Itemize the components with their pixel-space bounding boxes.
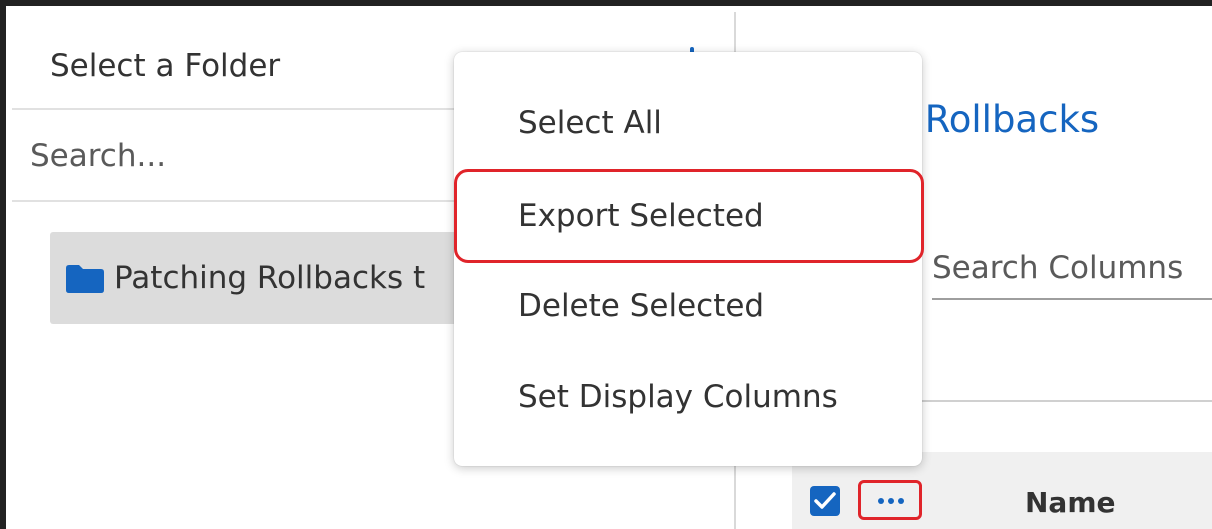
menu-item-export-selected[interactable]: Export Selected <box>454 169 924 263</box>
more-actions-button[interactable] <box>858 480 922 520</box>
column-search-input[interactable] <box>932 244 1212 300</box>
menu-item-label: Delete Selected <box>518 288 765 324</box>
menu-item-label: Set Display Columns <box>518 379 838 415</box>
menu-item-delete-selected[interactable]: Delete Selected <box>454 261 922 351</box>
menu-item-set-display-columns[interactable]: Set Display Columns <box>454 352 922 442</box>
menu-item-select-all[interactable]: Select All <box>454 78 922 168</box>
context-menu: Select All Export Selected Delete Select… <box>454 52 924 466</box>
window-frame: Select a Folder Patching Rollbacks t ng … <box>0 0 1212 529</box>
select-all-checkbox[interactable] <box>810 486 840 516</box>
folder-item-label: Patching Rollbacks t <box>114 260 426 296</box>
folder-search-input[interactable] <box>30 134 450 178</box>
menu-item-label: Export Selected <box>518 198 764 234</box>
folder-panel-title: Select a Folder <box>50 48 281 84</box>
column-header-name[interactable]: Name <box>1025 486 1116 519</box>
more-horizontal-icon <box>878 498 904 504</box>
checkmark-icon <box>814 492 836 509</box>
menu-item-label: Select All <box>518 105 662 141</box>
folder-icon <box>66 265 104 293</box>
